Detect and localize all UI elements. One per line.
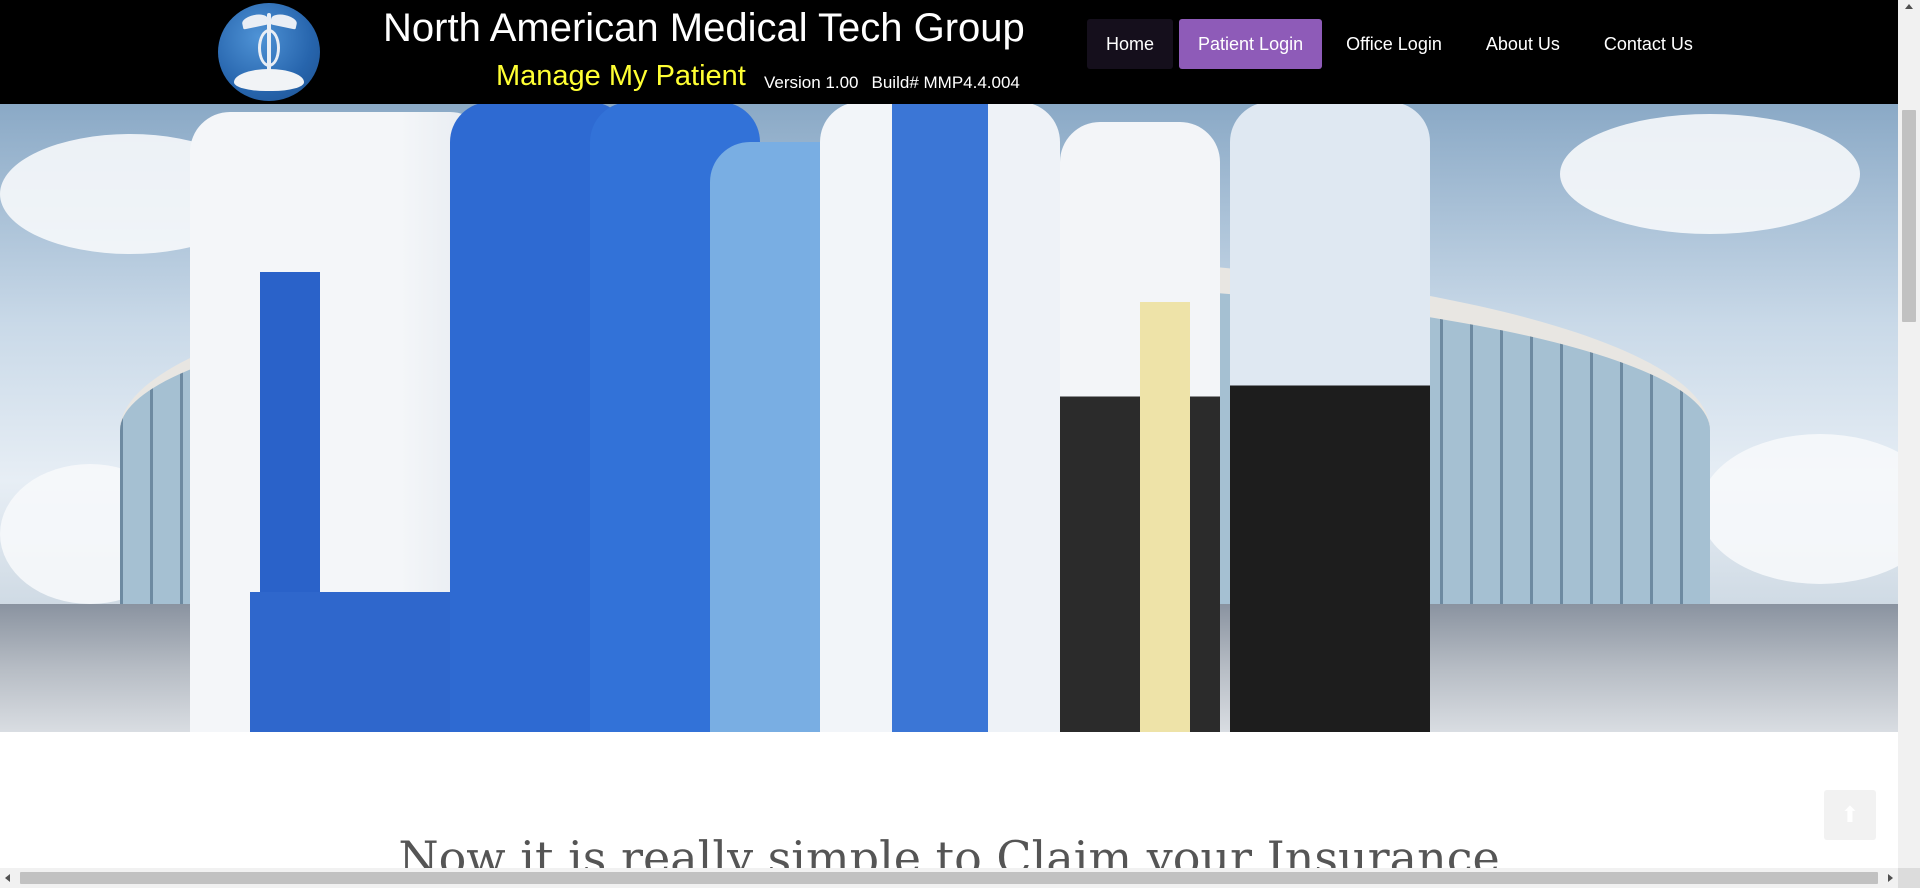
nav-home[interactable]: Home xyxy=(1087,19,1174,69)
main-nav: Home Patient Login Office Login About Us… xyxy=(1087,19,1719,69)
version-label: Version 1.00 xyxy=(764,73,859,92)
nav-about-us[interactable]: About Us xyxy=(1468,19,1578,69)
caduceus-logo-icon[interactable] xyxy=(218,3,320,101)
scroll-right-icon[interactable] xyxy=(1888,874,1893,882)
arrow-up-icon: ⬆ xyxy=(1840,802,1860,827)
hero-medical-team-image xyxy=(0,104,1898,732)
site-subtitle: Manage My Patient xyxy=(496,60,746,92)
scroll-up-icon[interactable] xyxy=(1905,4,1913,9)
scroll-left-icon[interactable] xyxy=(5,874,10,882)
nav-patient-login[interactable]: Patient Login xyxy=(1179,19,1323,69)
vertical-scrollbar[interactable] xyxy=(1898,0,1920,868)
horizontal-scroll-thumb[interactable] xyxy=(20,872,1878,884)
build-label: Build# MMP4.4.004 xyxy=(871,73,1020,92)
horizontal-scrollbar[interactable] xyxy=(0,868,1898,888)
nav-contact-us[interactable]: Contact Us xyxy=(1586,19,1711,69)
site-title: North American Medical Tech Group xyxy=(383,6,1025,50)
vertical-scroll-thumb[interactable] xyxy=(1902,110,1916,322)
nav-office-login[interactable]: Office Login xyxy=(1328,19,1460,69)
back-to-top-button[interactable]: ⬆ xyxy=(1824,790,1876,840)
version-info: Version 1.00 Build# MMP4.4.004 xyxy=(764,72,1020,94)
scrollbar-corner xyxy=(1898,868,1920,888)
site-header: North American Medical Tech Group Manage… xyxy=(0,0,1898,104)
